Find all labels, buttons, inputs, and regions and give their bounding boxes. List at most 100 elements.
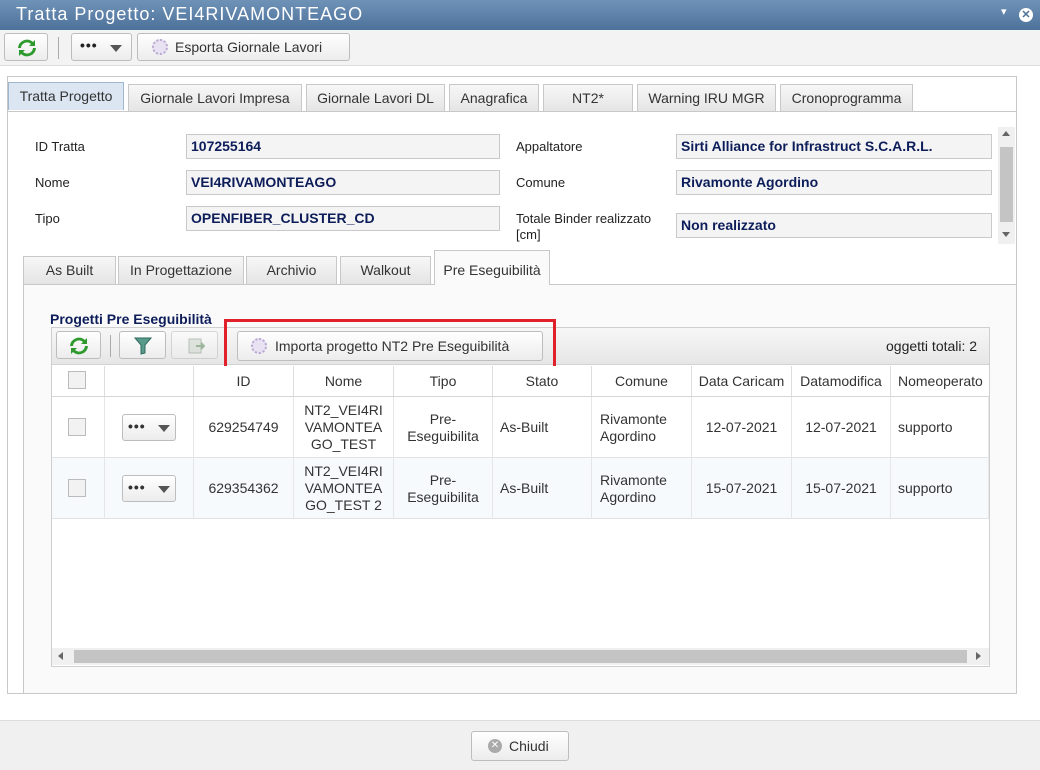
filter-icon — [134, 337, 152, 355]
more-icon: ••• — [128, 418, 146, 434]
tab-strip-divider — [8, 111, 1017, 112]
export-journal-label: Esporta Giornale Lavori — [175, 39, 323, 55]
appaltatore-label: Appaltatore — [516, 139, 583, 154]
collapse-icon[interactable]: ▾ — [1001, 6, 1013, 18]
cell-stato: As-Built — [493, 397, 592, 458]
subtab-archivio[interactable]: Archivio — [246, 256, 337, 284]
chevron-down-icon — [110, 45, 122, 52]
nome-label: Nome — [35, 175, 70, 190]
cell-data-caricamento: 15-07-2021 — [692, 458, 792, 519]
id-tratta-label: ID Tratta — [35, 139, 85, 154]
cell-nome: NT2_VEI4RI VAMONTEA GO_TEST — [294, 397, 394, 458]
tab-warning-iru-mgr[interactable]: Warning IRU MGR — [637, 84, 776, 112]
grid-scroll-thumb[interactable] — [74, 650, 967, 663]
scroll-right-icon[interactable] — [976, 652, 981, 660]
close-icon[interactable]: ✕ — [1019, 8, 1033, 22]
export-grid-button[interactable] — [171, 331, 218, 359]
chevron-down-icon — [158, 425, 170, 432]
tipo-label: Tipo — [35, 211, 60, 226]
grid-refresh-button[interactable] — [56, 331, 101, 359]
id-tratta-field: 107255164 — [186, 134, 500, 159]
grid-hscrollbar[interactable] — [52, 648, 989, 665]
subtab-walkout[interactable]: Walkout — [340, 256, 431, 284]
scroll-left-icon[interactable] — [58, 652, 63, 660]
col-header-tipo[interactable]: Tipo — [394, 366, 493, 396]
row-actions-cell: ••• — [105, 458, 194, 519]
row-select-cell — [52, 458, 105, 519]
actions-header — [105, 366, 194, 396]
gear-icon — [152, 39, 168, 55]
cell-tipo: Pre- Eseguibilita — [394, 458, 493, 519]
appaltatore-field: Sirti Alliance for Infrastruct S.C.A.R.L… — [676, 134, 992, 159]
close-button[interactable]: ✕ Chiudi — [471, 731, 569, 761]
more-icon: ••• — [128, 479, 146, 495]
total-count: oggetti totali: 2 — [886, 338, 978, 354]
col-header-stato[interactable]: Stato — [493, 366, 592, 396]
comune-label: Comune — [516, 175, 566, 190]
cell-operatore: supporto — [891, 458, 989, 519]
binder-field: Non realizzato — [676, 213, 992, 238]
subtab-pre-eseguibilita[interactable]: Pre Eseguibilità — [434, 250, 550, 285]
refresh-button[interactable] — [4, 33, 48, 61]
more-actions-dropdown[interactable]: ••• — [71, 33, 132, 61]
binder-label: Totale Binder realizzato [cm] — [516, 211, 652, 242]
scroll-down-icon[interactable] — [1002, 232, 1010, 237]
filter-button[interactable] — [119, 331, 166, 359]
cell-datamodifica: 12-07-2021 — [792, 397, 891, 458]
cell-data-caricamento: 12-07-2021 — [692, 397, 792, 458]
export-journal-button[interactable]: Esporta Giornale Lavori — [137, 33, 350, 61]
dialog-footer: ✕ Chiudi — [0, 720, 1040, 770]
col-header-comune[interactable]: Comune — [592, 366, 692, 396]
form-scroll-thumb[interactable] — [1000, 147, 1013, 222]
chevron-down-icon — [158, 486, 170, 493]
window-title: Tratta Progetto: VEI4RIVAMONTEAGO — [16, 4, 364, 24]
tab-tratta-progetto[interactable]: Tratta Progetto — [8, 82, 124, 110]
section-title: Progetti Pre Eseguibilità — [50, 311, 212, 327]
more-icon: ••• — [80, 37, 98, 53]
subtab-as-built[interactable]: As Built — [23, 256, 116, 284]
col-header-nome[interactable]: Nome — [294, 366, 394, 396]
nome-field: VEI4RIVAMONTEAGO — [186, 170, 500, 195]
grid-toolbar-separator — [110, 335, 111, 357]
highlight-box — [224, 319, 556, 371]
window-titlebar: Tratta Progetto: VEI4RIVAMONTEAGO ▾ ✕ — [0, 0, 1040, 30]
tab-cronoprogramma[interactable]: Cronoprogramma — [780, 84, 913, 112]
tab-nt2[interactable]: NT2* — [543, 84, 633, 112]
row-actions-dropdown[interactable]: ••• — [122, 414, 176, 441]
cell-id: 629254749 — [194, 397, 294, 458]
col-header-nomeoperatore[interactable]: Nomeoperato — [891, 366, 989, 396]
form-scrollbar[interactable] — [998, 127, 1015, 244]
col-header-datamodifica[interactable]: Datamodifica — [792, 366, 891, 396]
select-all-checkbox[interactable] — [68, 371, 86, 389]
tab-anagrafica[interactable]: Anagrafica — [449, 84, 539, 112]
close-button-label: Chiudi — [509, 738, 549, 754]
tipo-field: OPENFIBER_CLUSTER_CD — [186, 206, 500, 231]
tab-giornale-lavori-dl[interactable]: Giornale Lavori DL — [306, 84, 445, 112]
cell-nome: NT2_VEI4RI VAMONTEA GO_TEST 2 — [294, 458, 394, 519]
row-select-cell — [52, 397, 105, 458]
row-checkbox[interactable] — [68, 479, 86, 497]
row-checkbox[interactable] — [68, 418, 86, 436]
cell-id: 629354362 — [194, 458, 294, 519]
refresh-icon — [18, 39, 36, 57]
toolbar-separator — [58, 37, 59, 59]
comune-field: Rivamonte Agordino — [676, 170, 992, 195]
tab-giornale-lavori-impresa[interactable]: Giornale Lavori Impresa — [128, 84, 302, 112]
col-header-data-caricamento[interactable]: Data Caricam — [692, 366, 792, 396]
cell-datamodifica: 15-07-2021 — [792, 458, 891, 519]
subtab-in-progettazione[interactable]: In Progettazione — [118, 256, 244, 284]
cell-operatore: supporto — [891, 397, 989, 458]
select-all-header — [52, 366, 105, 396]
cell-tipo: Pre- Eseguibilita — [394, 397, 493, 458]
row-actions-cell: ••• — [105, 397, 194, 458]
main-toolbar: ••• Esporta Giornale Lavori — [0, 30, 1040, 66]
cancel-icon: ✕ — [488, 739, 502, 753]
scroll-up-icon[interactable] — [1002, 131, 1010, 136]
cell-stato: As-Built — [493, 458, 592, 519]
cell-comune: Rivamonte Agordino — [592, 397, 692, 458]
col-header-id[interactable]: ID — [194, 366, 294, 396]
export-icon — [188, 338, 205, 354]
refresh-icon — [70, 337, 88, 355]
cell-comune: Rivamonte Agordino — [592, 458, 692, 519]
row-actions-dropdown[interactable]: ••• — [122, 475, 176, 502]
